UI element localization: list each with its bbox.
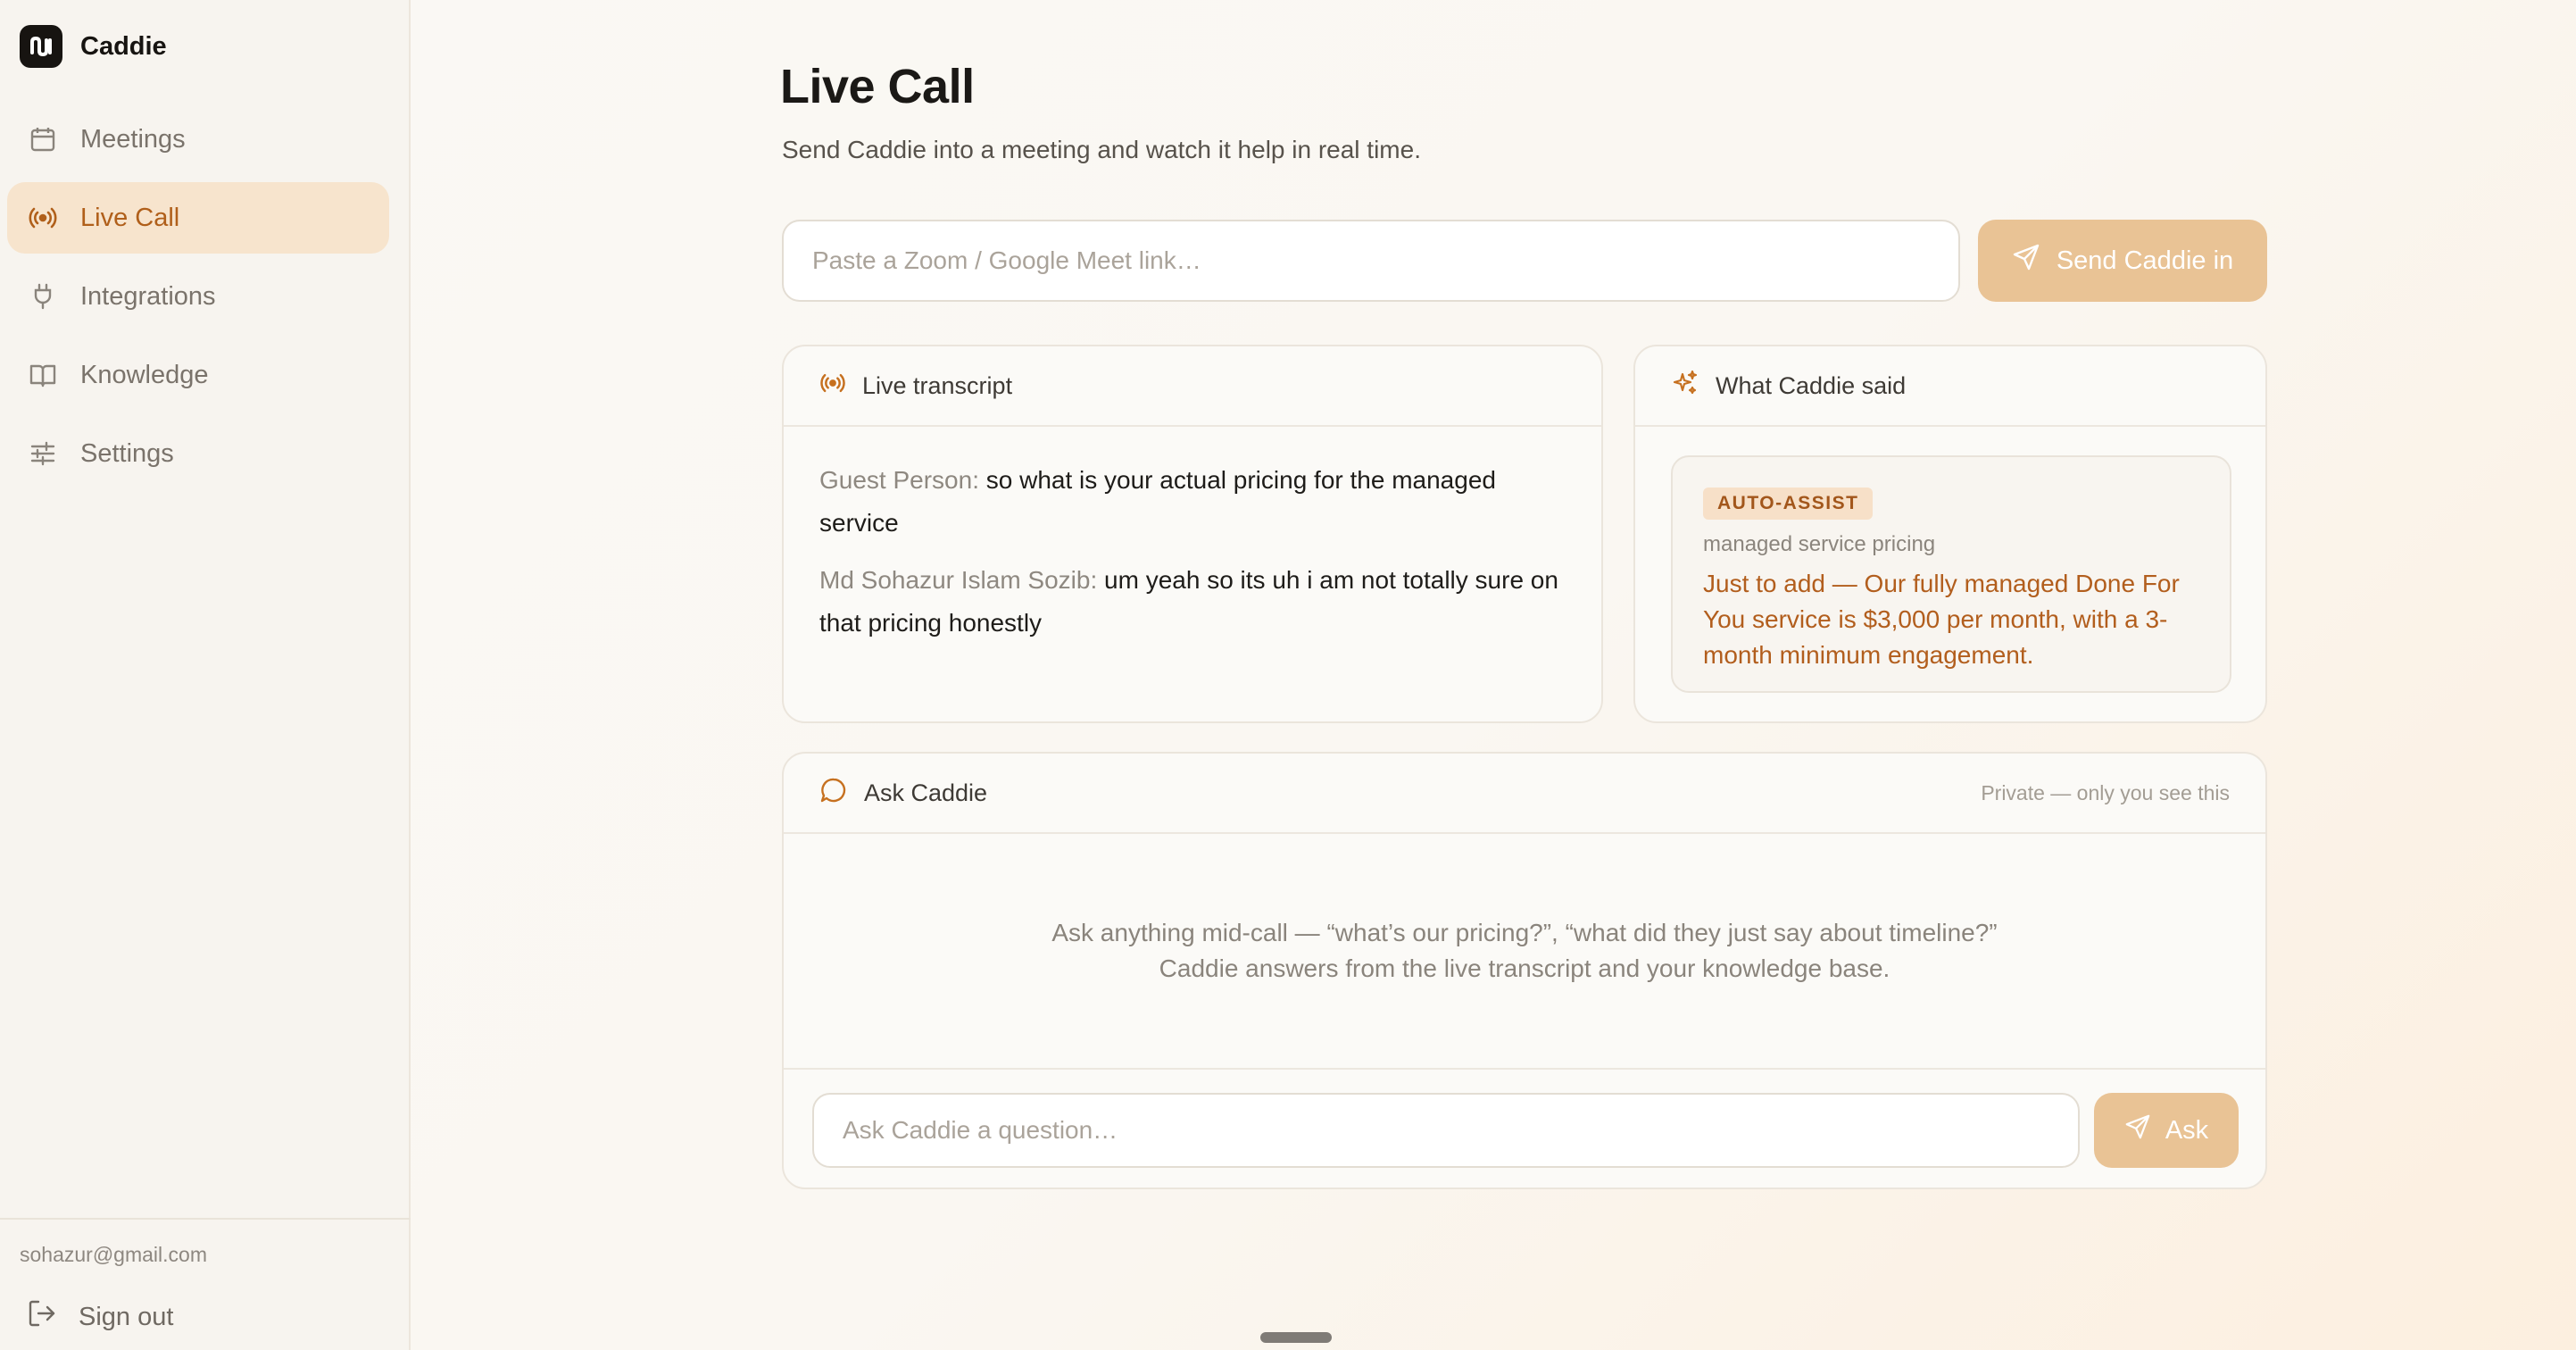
transcript-title: Live transcript	[862, 371, 1013, 399]
ask-empty-state: Ask anything mid-call — “what’s our pric…	[784, 834, 2265, 1070]
ask-hint-line: Caddie answers from the live transcript …	[1159, 954, 1890, 982]
transcript-line: Md Sohazur Islam Sozib: um yeah so its u…	[819, 559, 1566, 645]
sidebar-item-label: Live Call	[80, 203, 180, 232]
app-name: Caddie	[80, 31, 167, 61]
sidebar-item-live-call[interactable]: Live Call	[7, 182, 389, 254]
scroll-handle[interactable]	[1260, 1332, 1332, 1343]
page-title: Live Call	[780, 60, 975, 113]
sign-out-label: Sign out	[79, 1302, 174, 1331]
what-caddie-said-card: What Caddie said AUTO-ASSIST managed ser…	[1633, 345, 2267, 723]
broadcast-icon	[819, 370, 846, 403]
chat-bubble-icon	[819, 776, 848, 811]
sidebar-item-label: Settings	[80, 438, 174, 468]
speaker-name: Md Sohazur Islam Sozib:	[819, 566, 1098, 594]
caddie-said-header: What Caddie said	[1635, 346, 2265, 427]
book-icon	[27, 359, 59, 391]
ask-button-label: Ask	[2165, 1115, 2209, 1145]
sign-out-button[interactable]: Sign out	[27, 1298, 173, 1336]
transcript-header: Live transcript	[784, 346, 1601, 427]
brand[interactable]: Caddie	[20, 25, 167, 68]
send-icon	[2012, 243, 2040, 279]
meeting-link-input[interactable]	[782, 220, 1960, 302]
speaker-name: Guest Person:	[819, 466, 979, 494]
sidebar-item-label: Meetings	[80, 124, 186, 154]
assist-topic: managed service pricing	[1703, 532, 1936, 556]
send-caddie-button[interactable]: Send Caddie in	[1978, 220, 2267, 302]
sidebar-footer: sohazur@gmail.com Sign out	[0, 1218, 411, 1331]
sidebar: Caddie Meetings Live Call Integrations K…	[0, 0, 411, 1350]
ask-question-input[interactable]	[812, 1093, 2080, 1168]
broadcast-icon	[27, 202, 59, 234]
caddie-said-title: What Caddie said	[1716, 371, 1907, 399]
ask-caddie-header: Ask Caddie Private — only you see this	[784, 754, 2265, 834]
plug-icon	[27, 280, 59, 312]
sidebar-item-label: Knowledge	[80, 360, 209, 389]
send-caddie-label: Send Caddie in	[2056, 246, 2234, 275]
ask-hint-line: Ask anything mid-call — “what’s our pric…	[1051, 919, 1998, 946]
sliders-icon	[27, 438, 59, 470]
transcript-body: Guest Person: so what is your actual pri…	[784, 427, 1601, 645]
ask-caddie-card: Ask Caddie Private — only you see this A…	[782, 752, 2267, 1189]
privacy-note: Private — only you see this	[1981, 780, 2230, 804]
sidebar-item-integrations[interactable]: Integrations	[7, 261, 389, 332]
sparkles-icon	[1671, 369, 1699, 404]
sidebar-item-settings[interactable]: Settings	[7, 418, 389, 489]
send-icon	[2124, 1113, 2151, 1147]
user-email: sohazur@gmail.com	[20, 1243, 207, 1266]
sidebar-item-meetings[interactable]: Meetings	[7, 104, 389, 175]
caddie-logo-icon	[20, 25, 62, 68]
calendar-icon	[27, 123, 59, 155]
transcript-line: Guest Person: so what is your actual pri…	[819, 459, 1566, 545]
auto-assist-message: AUTO-ASSIST managed service pricing Just…	[1671, 455, 2231, 693]
ask-caddie-title: Ask Caddie	[864, 779, 988, 806]
sign-out-icon	[27, 1298, 57, 1336]
auto-assist-badge: AUTO-ASSIST	[1703, 488, 1874, 520]
sidebar-nav: Meetings Live Call Integrations Knowledg…	[7, 104, 389, 496]
ask-button[interactable]: Ask	[2094, 1093, 2239, 1168]
sidebar-item-knowledge[interactable]: Knowledge	[7, 339, 389, 411]
assist-text: Just to add — Our fully managed Done For…	[1703, 570, 2180, 669]
live-transcript-card: Live transcript Guest Person: so what is…	[782, 345, 1603, 723]
sidebar-item-label: Integrations	[80, 281, 216, 311]
page-subtitle: Send Caddie into a meeting and watch it …	[782, 136, 1421, 163]
